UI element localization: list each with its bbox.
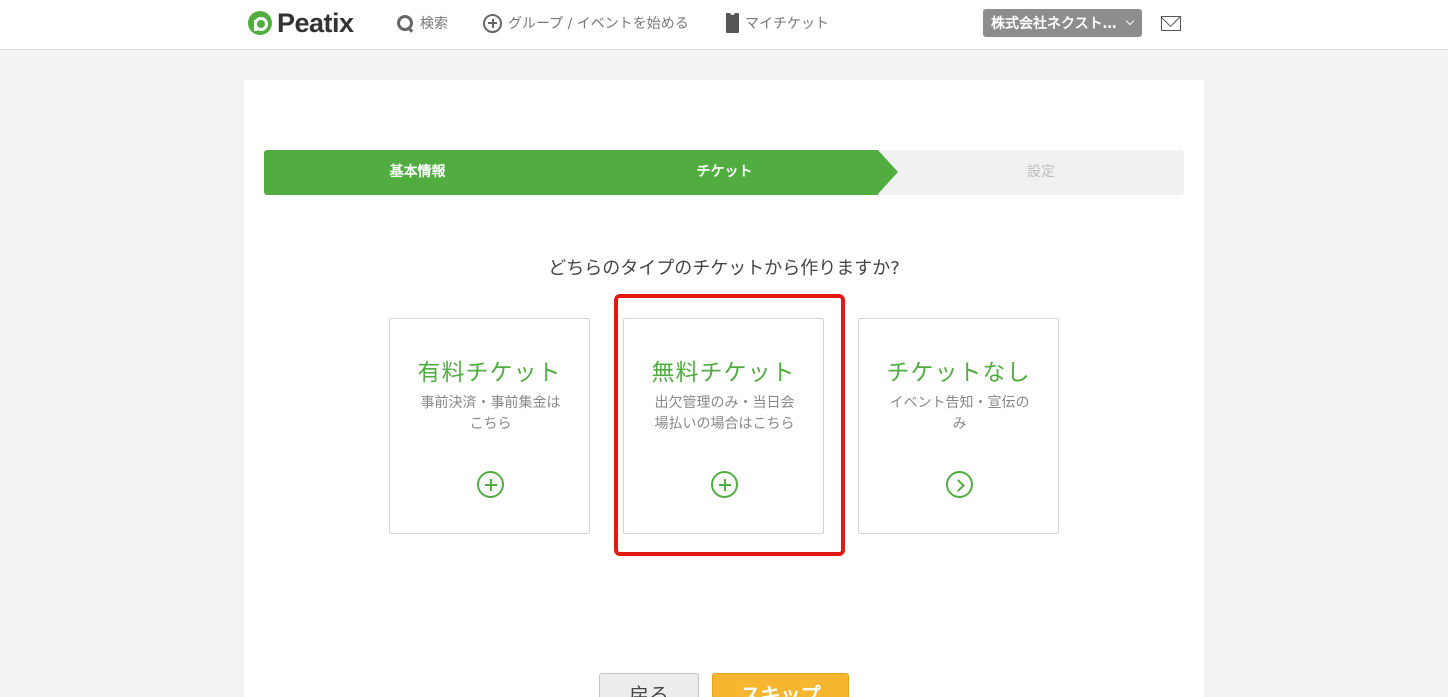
back-button[interactable]: 戻る (599, 673, 699, 697)
nav-search-label: 検索 (420, 16, 448, 32)
step-ticket: チケット (696, 164, 753, 180)
progress-steps: 基本情報 チケット 設定 (264, 150, 1184, 195)
chevron-down-icon (1125, 16, 1135, 26)
nav-start-group-event[interactable]: グループ / イベントを始める (483, 12, 689, 34)
plus-circle-icon[interactable] (477, 471, 504, 498)
paid-ticket-option[interactable]: 有料チケット 事前決済・事前集金はこちら (389, 318, 590, 534)
peatix-logo-icon (248, 11, 272, 35)
search-icon (396, 14, 414, 32)
account-menu-button[interactable]: 株式会社ネクスト… (983, 9, 1142, 37)
nav-search[interactable]: 検索 (396, 12, 448, 34)
mail-icon[interactable] (1161, 16, 1181, 31)
peatix-logo[interactable]: Peatix (248, 8, 354, 38)
option-description: イベント告知・宣伝のみ (889, 395, 1030, 432)
plus-circle-icon[interactable] (711, 471, 738, 498)
steps-arrow (878, 150, 898, 194)
option-title: 無料チケット (651, 360, 796, 386)
no-ticket-option[interactable]: チケットなし イベント告知・宣伝のみ (858, 318, 1059, 534)
logo-text: Peatix (277, 7, 354, 38)
ticket-icon (726, 12, 739, 33)
nav-start-label: グループ / イベントを始める (508, 16, 689, 32)
option-title: 有料チケット (417, 360, 562, 386)
top-header: Peatix 検索 グループ / イベントを始める マイチケット 株式会社ネクス… (0, 0, 1448, 50)
option-description: 出欠管理のみ・当日会場払いの場合はこちら (654, 395, 795, 432)
nav-my-ticket-label: マイチケット (745, 16, 829, 32)
skip-button[interactable]: スキップ (712, 673, 849, 697)
nav-my-ticket[interactable]: マイチケット (726, 12, 829, 34)
option-title: チケットなし (886, 360, 1031, 386)
step-settings: 設定 (1027, 164, 1055, 180)
chevron-right-circle-icon[interactable] (946, 471, 973, 498)
account-name: 株式会社ネクスト… (991, 16, 1117, 32)
option-description: 事前決済・事前集金はこちら (420, 395, 561, 432)
free-ticket-option[interactable]: 無料チケット 出欠管理のみ・当日会場払いの場合はこちら (623, 318, 824, 534)
step-basic-info: 基本情報 (389, 164, 446, 180)
plus-circle-icon (483, 13, 502, 33)
ticket-type-question: どちらのタイプのチケットから作りますか? (548, 258, 900, 279)
